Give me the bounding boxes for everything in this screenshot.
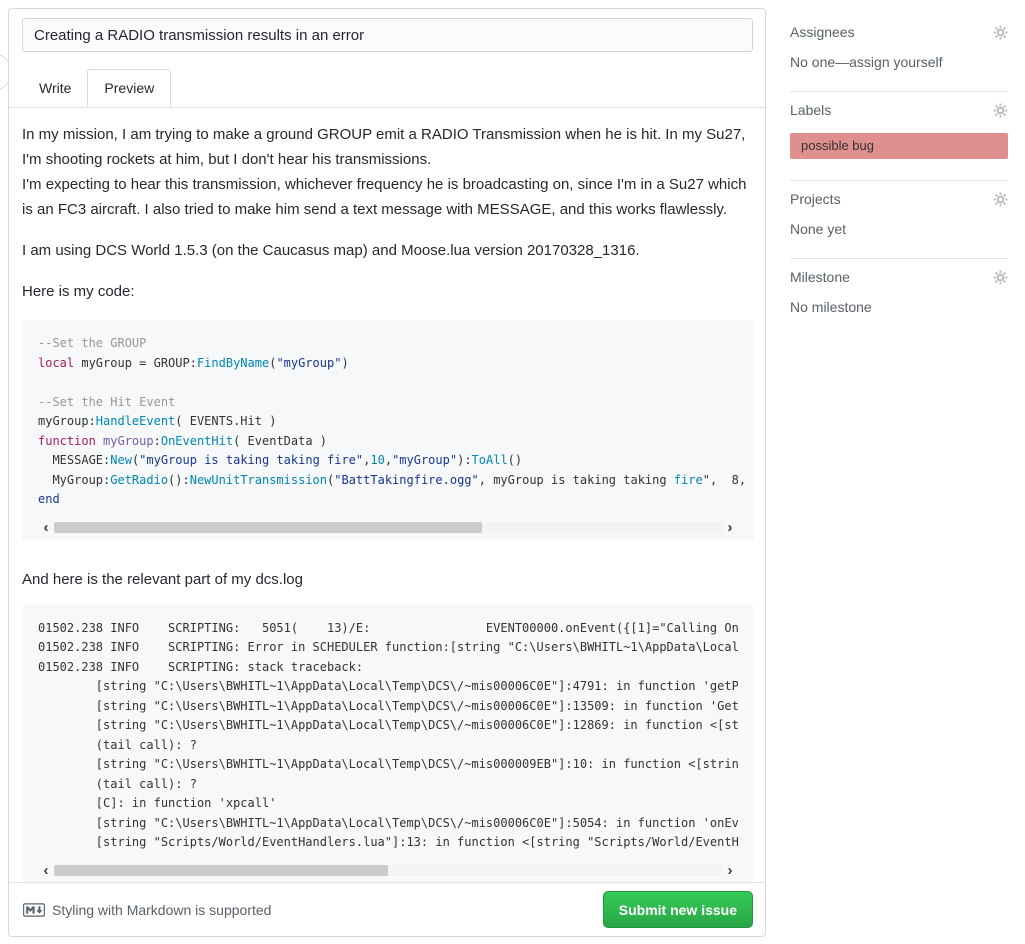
projects-value: None yet [790,221,1008,237]
sidebar-section-milestone: Milestone No milestone [790,259,1008,336]
preview-content: In my mission, I am trying to make a gro… [22,109,754,884]
sidebar-section-assignees: Assignees No one—assign yourself [790,14,1008,92]
projects-title: Projects [790,191,841,207]
gear-icon[interactable] [993,103,1008,118]
submit-new-issue-button[interactable]: Submit new issue [603,891,753,928]
log-scroll-track[interactable] [54,865,722,876]
dcs-log-lines: 01502.238 INFO SCRIPTING: 5051( 13)/E: E… [38,619,738,853]
code-scroll-thumb[interactable] [54,522,482,533]
sidebar-section-labels: Labels possible bug [790,92,1008,181]
scroll-right-icon[interactable]: › [722,863,738,878]
code-horizontal-scrollbar[interactable]: ‹ › [38,519,738,536]
assignees-title: Assignees [790,24,855,40]
labels-title: Labels [790,102,831,118]
issue-footer: Styling with Markdown is supported Submi… [9,882,765,936]
scroll-right-icon[interactable]: › [722,520,738,535]
markdown-note-text: Styling with Markdown is supported [52,902,271,918]
scroll-left-icon[interactable]: ‹ [38,520,54,535]
issue-body-paragraph: In my mission, I am trying to make a gro… [22,122,754,222]
markdown-support-link[interactable]: Styling with Markdown is supported [23,902,271,918]
milestone-value: No milestone [790,299,1008,315]
markdown-icon [23,903,45,917]
label-possible-bug[interactable]: possible bug [790,133,1008,159]
milestone-title: Milestone [790,269,850,285]
new-issue-panel: WritePreview In my mission, I am trying … [8,8,766,937]
gear-icon[interactable] [993,270,1008,285]
lua-code-lines: --Set the GROUPlocal myGroup = GROUP:Fin… [38,334,738,510]
gear-icon[interactable] [993,192,1008,207]
assignees-value[interactable]: No one—assign yourself [790,54,1008,70]
code-scroll-track[interactable] [54,522,722,533]
dcs-log-block: 01502.238 INFO SCRIPTING: 5051( 13)/E: E… [22,605,754,884]
issue-title-input[interactable] [22,18,753,52]
scroll-left-icon[interactable]: ‹ [38,863,54,878]
issue-sidebar: Assignees No one—assign yourself Labels [790,14,1008,336]
lua-code-block: --Set the GROUPlocal myGroup = GROUP:Fin… [22,320,754,541]
log-scroll-thumb[interactable] [54,865,388,876]
tab-write[interactable]: Write [23,70,87,106]
issue-version-paragraph: I am using DCS World 1.5.3 (on the Cauca… [22,238,754,263]
log-horizontal-scrollbar[interactable]: ‹ › [38,862,738,879]
editor-tabbar: WritePreview [9,68,765,108]
log-intro-paragraph: And here is the relevant part of my dcs.… [22,567,754,592]
tab-preview[interactable]: Preview [87,69,171,107]
code-intro-paragraph: Here is my code: [22,279,754,304]
gear-icon[interactable] [993,25,1008,40]
sidebar-section-projects: Projects None yet [790,181,1008,259]
